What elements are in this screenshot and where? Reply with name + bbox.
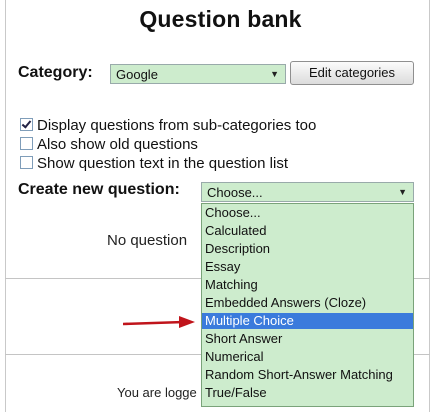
logged-in-text: You are logge — [117, 385, 197, 400]
option-old-questions-label: Also show old questions — [37, 136, 198, 153]
create-question-label: Create new question: — [18, 181, 180, 198]
subcategories-checkbox[interactable] — [20, 118, 33, 131]
option-question-text[interactable]: Show question text in the question list — [20, 155, 288, 173]
option-subcategories-label: Display questions from sub-categories to… — [37, 117, 317, 134]
dropdown-item[interactable]: Numerical — [202, 349, 413, 365]
dropdown-item[interactable]: Description — [202, 241, 413, 257]
chevron-down-icon: ▼ — [270, 69, 279, 79]
old-questions-checkbox[interactable] — [20, 137, 33, 150]
question-text-checkbox[interactable] — [20, 156, 33, 169]
option-old-questions[interactable]: Also show old questions — [20, 136, 198, 154]
dropdown-item[interactable]: Choose... — [202, 205, 413, 221]
dropdown-item[interactable]: Essay — [202, 259, 413, 275]
option-question-text-label: Show question text in the question list — [37, 155, 288, 172]
option-subcategories[interactable]: Display questions from sub-categories to… — [20, 117, 316, 135]
create-question-select-value: Choose... — [207, 185, 263, 200]
dropdown-item[interactable]: Embedded Answers (Cloze) — [202, 295, 413, 311]
category-select[interactable]: Google ▼ — [110, 64, 286, 84]
question-type-dropdown-list[interactable]: Choose... Calculated Description Essay M… — [201, 203, 414, 407]
dropdown-item[interactable]: Random Short-Answer Matching — [202, 367, 413, 383]
create-question-select[interactable]: Choose... ▼ — [201, 182, 414, 202]
red-arrow-icon — [123, 316, 195, 328]
no-questions-text: No question — [107, 232, 188, 249]
dropdown-item[interactable]: True/False — [202, 385, 413, 401]
dropdown-item[interactable]: Short Answer — [202, 331, 413, 347]
category-label: Category: — [18, 64, 93, 81]
dropdown-item-selected[interactable]: Multiple Choice — [202, 313, 413, 329]
category-select-value: Google — [116, 67, 158, 82]
dropdown-item[interactable]: Calculated — [202, 223, 413, 239]
page-title: Question bank — [139, 6, 302, 32]
edit-categories-button[interactable]: Edit categories — [290, 61, 414, 85]
dropdown-item[interactable]: Matching — [202, 277, 413, 293]
chevron-down-icon: ▼ — [398, 187, 407, 197]
